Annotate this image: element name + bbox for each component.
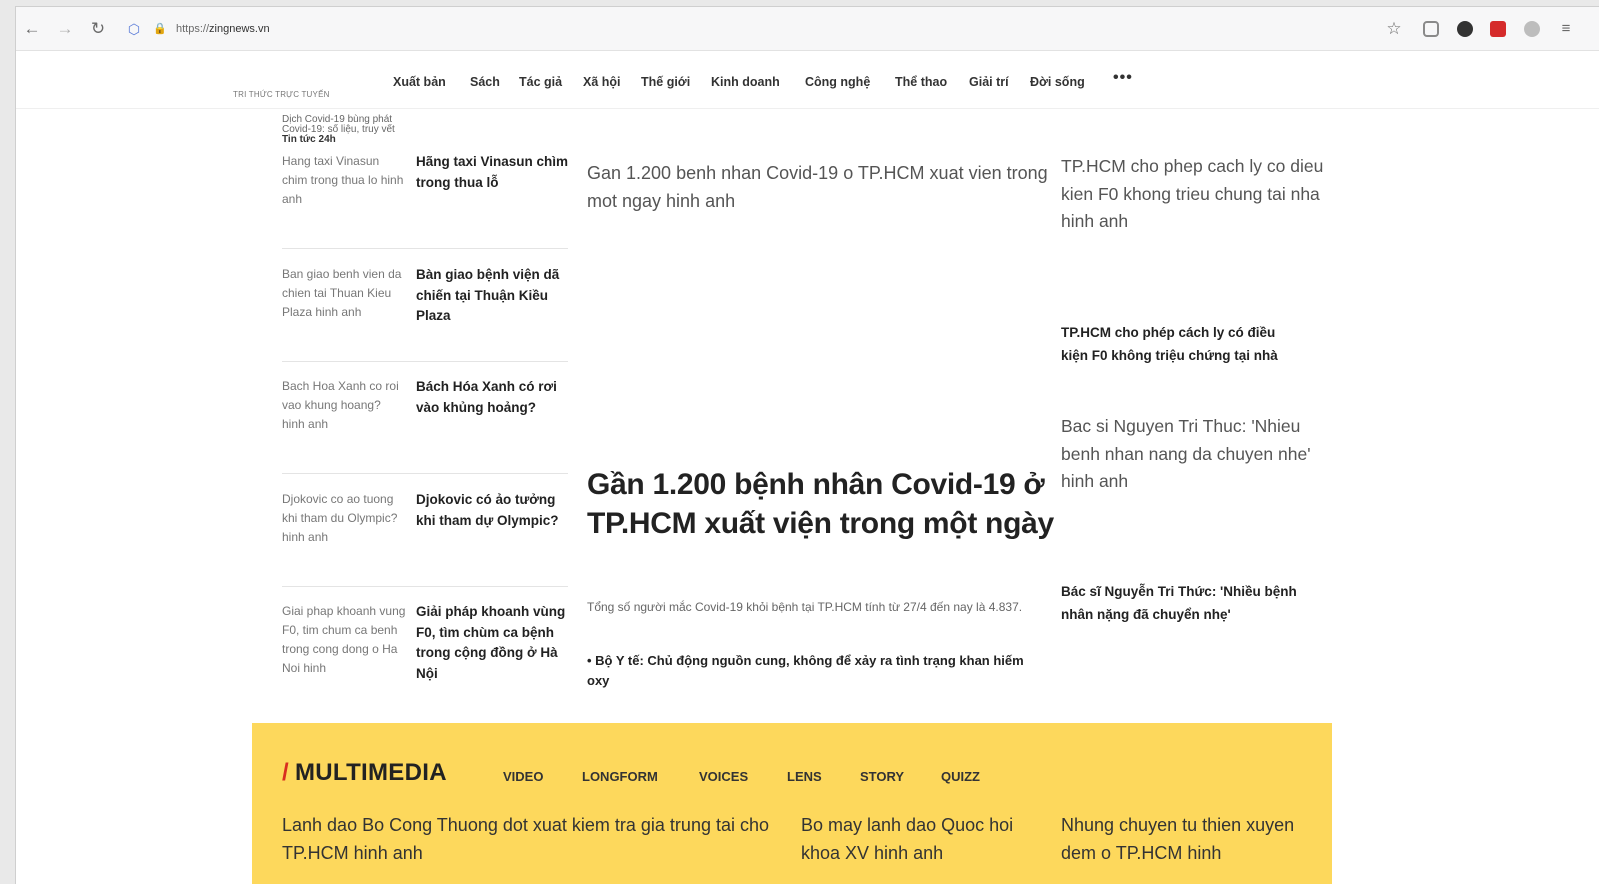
pocket-icon[interactable] xyxy=(1423,21,1439,37)
featured-title[interactable]: Gần 1.200 bệnh nhân Covid-19 ở TP.HCM xu… xyxy=(587,465,1057,543)
tab-longform[interactable]: LONGFORM xyxy=(582,769,658,784)
divider xyxy=(282,248,568,249)
nav-item-kinh-doanh[interactable]: Kinh doanh xyxy=(711,75,780,89)
slash-icon: / xyxy=(282,759,289,786)
story-title[interactable]: Bác sĩ Nguyễn Tri Thức: 'Nhiều bệnh nhân… xyxy=(1061,580,1301,626)
multimedia-item[interactable]: Lanh dao Bo Cong Thuong dot xuat kiem tr… xyxy=(282,811,787,867)
nav-item-giai-tri[interactable]: Giải trí xyxy=(969,75,1009,89)
story-title[interactable]: Bách Hóa Xanh có rơi vào khủng hoảng? xyxy=(416,377,574,418)
story-title[interactable]: Bàn giao bệnh viện dã chiến tại Thuận Ki… xyxy=(416,265,574,327)
nav-more-icon[interactable]: ••• xyxy=(1113,69,1133,87)
nav-item-the-gioi[interactable]: Thế giới xyxy=(641,75,690,89)
nav-item-the-thao[interactable]: Thể thao xyxy=(895,75,947,89)
nav-item-xuat-ban[interactable]: Xuất bản xyxy=(393,75,446,89)
divider xyxy=(282,361,568,362)
story-image-alt[interactable]: Bac si Nguyen Tri Thuc: 'Nhieu benh nhan… xyxy=(1061,413,1326,496)
pdf-extension-icon[interactable] xyxy=(1490,21,1506,37)
breaking-topics: Dịch Covid-19 bùng phát Covid-19: số liệ… xyxy=(282,115,432,145)
back-icon[interactable]: ← xyxy=(22,19,42,39)
browser-toolbar: ← → ↻ ⬡ 🔒 https://zingnews.vn ☆ ≡ xyxy=(16,7,1599,51)
featured-image-alt[interactable]: Gan 1.200 benh nhan Covid-19 o TP.HCM xu… xyxy=(587,159,1057,215)
divider xyxy=(282,473,568,474)
story-title[interactable]: TP.HCM cho phép cách ly có điều kiện F0 … xyxy=(1061,321,1301,367)
featured-summary: Tổng số người mắc Covid-19 khỏi bệnh tại… xyxy=(587,600,1023,614)
nav-item-doi-song[interactable]: Đời sống xyxy=(1030,75,1085,89)
featured-related-link[interactable]: • Bộ Y tế: Chủ động nguồn cung, không để… xyxy=(587,651,1027,691)
tab-lens[interactable]: LENS xyxy=(787,769,822,784)
extension-icon[interactable] xyxy=(1457,21,1473,37)
story-image-alt[interactable]: Hang taxi Vinasun chim trong thua lo hin… xyxy=(282,152,406,209)
url-scheme: https:// xyxy=(176,23,210,35)
url-bar[interactable]: https://zingnews.vn xyxy=(176,23,270,35)
story-image-alt[interactable]: TP.HCM cho phep cach ly co dieu kien F0 … xyxy=(1061,153,1326,236)
browser-window: ← → ↻ ⬡ 🔒 https://zingnews.vn ☆ ≡ TRI TH… xyxy=(15,6,1599,884)
tab-quizz[interactable]: QUIZZ xyxy=(941,769,980,784)
nav-item-tac-gia[interactable]: Tác giả xyxy=(519,75,562,89)
story-title[interactable]: Djokovic có ảo tưởng khi tham dự Olympic… xyxy=(416,490,574,531)
reload-icon[interactable]: ↻ xyxy=(88,19,108,39)
multimedia-title-text: MULTIMEDIA xyxy=(294,759,447,786)
multimedia-item[interactable]: Nhung chuyen tu thien xuyen dem o TP.HCM… xyxy=(1061,811,1306,867)
live-news-label[interactable]: Tin tức 24h xyxy=(282,135,432,145)
forward-icon[interactable]: → xyxy=(55,19,75,39)
tab-video[interactable]: VIDEO xyxy=(503,769,543,784)
story-image-alt[interactable]: Djokovic co ao tuong khi tham du Olympic… xyxy=(282,490,406,547)
nav-item-sach[interactable]: Sách xyxy=(470,75,500,89)
tab-story[interactable]: STORY xyxy=(860,769,904,784)
bookmark-star-icon[interactable]: ☆ xyxy=(1384,19,1404,39)
url-host: zingnews.vn xyxy=(209,23,270,35)
story-image-alt[interactable]: Bach Hoa Xanh co roi vao khung hoang? hi… xyxy=(282,377,406,434)
account-icon[interactable] xyxy=(1524,21,1540,37)
nav-item-cong-nghe[interactable]: Công nghệ xyxy=(805,75,870,89)
tab-voices[interactable]: VOICES xyxy=(699,769,748,784)
story-title[interactable]: Giải pháp khoanh vùng F0, tìm chùm ca bệ… xyxy=(416,602,574,684)
multimedia-item[interactable]: Bo may lanh dao Quoc hoi khoa XV hinh an… xyxy=(801,811,1046,867)
story-image-alt[interactable]: Ban giao benh vien da chien tai Thuan Ki… xyxy=(282,265,406,322)
multimedia-title[interactable]: / MULTIMEDIA xyxy=(282,759,447,787)
multimedia-section: / MULTIMEDIA VIDEO LONGFORM VOICES LENS S… xyxy=(252,723,1332,884)
story-title[interactable]: Hãng taxi Vinasun chìm trong thua lỗ xyxy=(416,152,574,193)
lock-icon[interactable]: 🔒 xyxy=(150,19,170,39)
divider xyxy=(282,586,568,587)
story-image-alt[interactable]: Giai phap khoanh vung F0, tim chum ca be… xyxy=(282,602,406,678)
menu-icon[interactable]: ≡ xyxy=(1556,19,1576,39)
site-tagline: TRI THỨC TRỰC TUYẾN xyxy=(233,90,330,99)
tracking-shield-icon[interactable]: ⬡ xyxy=(124,19,144,39)
nav-item-xa-hoi[interactable]: Xã hội xyxy=(583,75,621,89)
